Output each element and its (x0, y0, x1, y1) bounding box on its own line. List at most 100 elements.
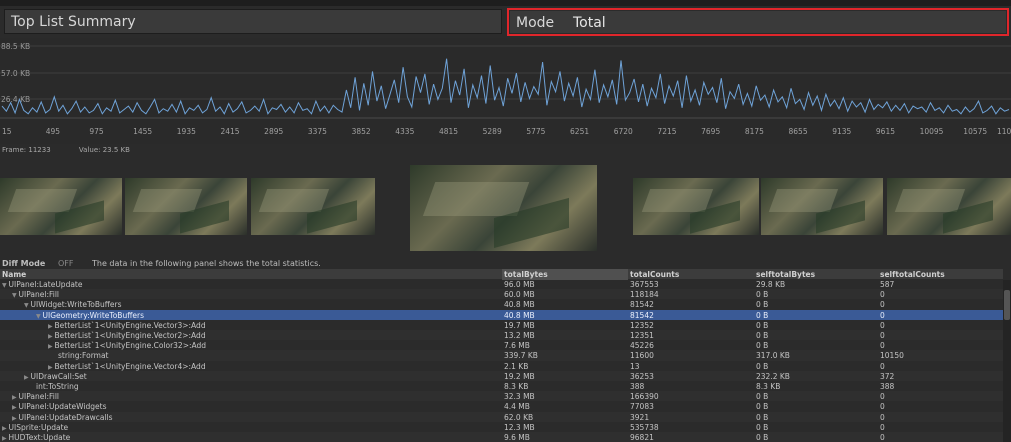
row-name: ▶ BetterList`1<UnityEngine.Vector3>:Add (48, 321, 206, 330)
row-name: ▶ BetterList`1<UnityEngine.Vector4>:Add (48, 362, 206, 371)
memory-chart[interactable]: 88.5 KB 57.0 KB 26.4 KB 15 495 975 1455 1935 241… (0, 38, 1011, 144)
row-name-text: BetterList`1<UnityEngine.Vector2>:Add (54, 331, 206, 340)
x-tick-label: 7695 (701, 127, 720, 136)
cell-selftotalcounts: 10150 (880, 351, 904, 361)
row-name-text: UIGeometry:WriteToBuffers (42, 310, 144, 320)
cell-totalbytes: 40.8 MB (504, 300, 535, 310)
cell-selftotalcounts: 0 (880, 361, 885, 371)
cell-totalbytes: 4.4 MB (504, 402, 530, 412)
row-name-text: BetterList`1<UnityEngine.Color32>:Add (54, 341, 207, 351)
row-name-text: UISprite:Update (8, 422, 69, 432)
cell-selftotalbytes: 317.0 KB (756, 351, 790, 361)
cell-totalbytes: 32.3 MB (504, 392, 535, 402)
cell-totalcounts: 81542 (630, 310, 654, 320)
x-tick-label: 9135 (832, 127, 851, 136)
table-row[interactable]: ▼ UIPanel:Fill 60.0 MB 118184 0 B 0 (0, 289, 1003, 300)
frame-info: Frame: 11233 Value: 23.5 KB (2, 146, 130, 154)
cell-selftotalcounts: 0 (880, 422, 885, 432)
row-name-text: UIDrawCall:Set (30, 371, 87, 381)
cell-selftotalcounts: 0 (880, 392, 885, 402)
x-tick-label: 9615 (876, 127, 895, 136)
cell-totalbytes: 13.2 MB (504, 331, 535, 340)
cell-selftotalbytes: 232.2 KB (756, 371, 790, 381)
cell-selftotalbytes: 8.3 KB (756, 382, 781, 391)
row-name: ▶ UIPanel:Fill (12, 392, 59, 401)
x-tick-label: 495 (46, 127, 61, 136)
row-name-text: UIPanel:Fill (18, 290, 60, 300)
table-row[interactable]: ▶ UIPanel:UpdateWidgets 4.4 MB 77083 0 B 0 (0, 401, 1003, 411)
x-tick-label: 10575 (963, 127, 987, 136)
screenshot-thumbnail-current[interactable] (410, 165, 597, 251)
table-row[interactable]: ▶ UIDrawCall:Set 19.2 MB 36253 232.2 KB 372 (0, 370, 1003, 381)
column-header-selftotalcounts[interactable]: selftotalCounts (880, 270, 945, 279)
cell-selftotalbytes: 0 B (756, 412, 769, 422)
row-name: ▼ UIPanel:LateUpdate (2, 280, 82, 289)
cell-totalcounts: 12351 (630, 331, 654, 340)
column-header-selftotalbytes[interactable]: selftotalBytes (756, 270, 815, 279)
row-name: ▶ UISprite:Update (2, 423, 68, 432)
table-row[interactable]: ▶ UIPanel:Fill 32.3 MB 166390 0 B 0 (0, 391, 1003, 402)
cell-totalcounts: 388 (630, 382, 645, 391)
row-name-text: UIPanel:LateUpdate (8, 280, 83, 289)
row-name: ▶ BetterList`1<UnityEngine.Color32>:Add (48, 341, 206, 350)
cell-selftotalbytes: 0 B (756, 433, 769, 442)
cell-selftotalcounts: 0 (880, 341, 885, 351)
table-row[interactable]: int:ToString 8.3 KB 388 8.3 KB 388 (0, 381, 1003, 391)
x-tick-label: 4815 (439, 127, 458, 136)
cell-selftotalbytes: 29.8 KB (756, 280, 786, 289)
table-row[interactable]: ▼ UIWidget:WriteToBuffers 40.8 MB 81542 0 B… (0, 299, 1003, 309)
top-list-title-field: Top List Summary (4, 9, 502, 34)
table-row[interactable]: string:Format 339.7 KB 11600 317.0 KB 10150 (0, 350, 1003, 361)
cell-totalcounts: 12352 (630, 320, 654, 330)
screenshot-thumbnail[interactable] (0, 178, 122, 235)
mode-selector[interactable]: Mode Total (510, 11, 1006, 33)
cell-selftotalcounts: 0 (880, 412, 885, 422)
row-name-text: UIPanel:UpdateDrawcalls (18, 412, 113, 422)
cell-totalbytes: 9.6 MB (504, 433, 530, 442)
table-scrollbar[interactable] (1003, 280, 1011, 442)
x-tick-label: 1935 (177, 127, 196, 136)
table-row[interactable]: ▶ BetterList`1<UnityEngine.Vector2>:Add 1… (0, 330, 1003, 341)
row-name-text: BetterList`1<UnityEngine.Vector3>:Add (54, 320, 206, 330)
mode-value[interactable]: Total (573, 15, 606, 31)
memory-chart-svg: 88.5 KB 57.0 KB 26.4 KB 15 495 975 1455 1935 241… (0, 42, 1011, 136)
screenshot-thumbnail[interactable] (633, 178, 759, 235)
top-list-title: Top List Summary (11, 14, 136, 30)
cell-selftotalbytes: 0 B (756, 422, 769, 432)
table-row[interactable]: ▶ UIPanel:UpdateDrawcalls 62.0 KB 3921 0 B 0 (0, 411, 1003, 422)
mode-label: Mode (516, 15, 555, 31)
cell-totalcounts: 81542 (630, 300, 654, 310)
cell-selftotalbytes: 0 B (756, 300, 769, 310)
y-tick-label: 88.5 KB (1, 42, 30, 51)
table-row[interactable]: ▼ UIPanel:LateUpdate 96.0 MB 367553 29.8 KB… (0, 279, 1003, 289)
table-header: Name totalBytes totalCounts selftotalByt… (0, 269, 1003, 280)
table-row[interactable]: ▶ BetterList`1<UnityEngine.Color32>:Add 7… (0, 340, 1003, 350)
table-row[interactable]: ▼ UIGeometry:WriteToBuffers 40.8 MB 81542 0… (0, 309, 1003, 320)
screenshot-thumbnail[interactable] (887, 178, 1011, 235)
row-name: ▶ HUDText:Update (2, 433, 70, 442)
table-row[interactable]: ▶ BetterList`1<UnityEngine.Vector4>:Add 2… (0, 361, 1003, 371)
diff-mode-description: The data in the following panel shows th… (92, 259, 321, 268)
x-tick-label: 3375 (308, 127, 327, 136)
cell-totalbytes: 12.3 MB (504, 422, 535, 432)
cell-selftotalcounts: 587 (880, 280, 895, 289)
cell-selftotalcounts: 0 (880, 290, 885, 300)
column-header-name[interactable]: Name (2, 270, 26, 279)
cell-totalbytes: 8.3 KB (504, 382, 529, 391)
column-header-totalcounts[interactable]: totalCounts (630, 270, 679, 279)
row-name: ▶ UIPanel:UpdateDrawcalls (12, 413, 113, 422)
table-row[interactable]: ▶ BetterList`1<UnityEngine.Vector3>:Add 1… (0, 320, 1003, 330)
screenshot-thumbnail[interactable] (125, 178, 247, 235)
cell-totalcounts: 118184 (630, 290, 659, 300)
scrollbar-thumb[interactable] (1004, 290, 1010, 320)
diff-mode-toggle[interactable]: OFF (58, 259, 74, 268)
x-tick-label: 8175 (745, 127, 764, 136)
row-name-text: HUDText:Update (8, 433, 71, 442)
screenshot-thumbnail[interactable] (251, 178, 375, 235)
cell-totalbytes: 19.7 MB (504, 320, 535, 330)
screenshot-thumbnail[interactable] (761, 178, 883, 235)
table-row[interactable]: ▶ UISprite:Update 12.3 MB 535738 0 B 0 (0, 422, 1003, 432)
table-row[interactable]: ▶ HUDText:Update 9.6 MB 96821 0 B 0 (0, 432, 1003, 442)
cell-totalcounts: 45226 (630, 341, 654, 351)
cell-totalcounts: 77083 (630, 402, 654, 412)
